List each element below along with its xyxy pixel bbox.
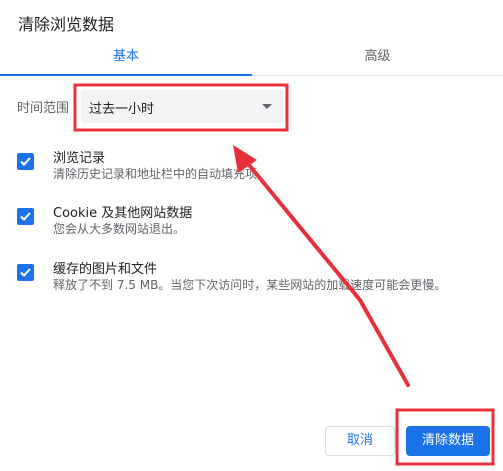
cached-files-checkbox[interactable] bbox=[17, 264, 34, 281]
browsing-history-checkbox[interactable] bbox=[17, 153, 34, 170]
time-range-label: 时间范围 bbox=[17, 101, 70, 116]
checkmark-icon bbox=[20, 212, 31, 221]
tab-basic[interactable]: 基本 bbox=[0, 44, 252, 75]
cookies-checkbox[interactable] bbox=[17, 208, 34, 225]
checkmark-icon bbox=[20, 268, 31, 277]
checkmark-icon bbox=[20, 157, 31, 166]
tab-advanced[interactable]: 高级 bbox=[252, 44, 503, 75]
tab-bar: 基本 高级 bbox=[0, 44, 503, 76]
dialog-title: 清除浏览数据 bbox=[18, 15, 115, 34]
option-cached-files: 缓存的图片和文件 释放了不到 7.5 MB。当您下次访问时，某些网站的加载速度可… bbox=[0, 256, 503, 304]
option-description: 清除历史记录和地址栏中的自动填充项。 bbox=[53, 167, 270, 181]
clear-data-button[interactable]: 清除数据 bbox=[406, 426, 490, 456]
option-browsing-history: 浏览记录 清除历史记录和地址栏中的自动填充项。 bbox=[0, 145, 503, 193]
option-title: Cookie 及其他网站数据 bbox=[53, 206, 193, 221]
chevron-down-icon bbox=[262, 104, 272, 109]
active-tab-indicator bbox=[0, 74, 252, 76]
time-range-select[interactable]: 过去一小时 bbox=[81, 90, 284, 123]
option-title: 缓存的图片和文件 bbox=[53, 262, 158, 277]
cancel-button[interactable]: 取消 bbox=[325, 426, 395, 456]
time-range-value: 过去一小时 bbox=[89, 102, 155, 117]
option-title: 浏览记录 bbox=[53, 151, 106, 166]
option-description: 释放了不到 7.5 MB。当您下次访问时，某些网站的加载速度可能会更慢。 bbox=[53, 278, 447, 292]
option-description: 您会从大多数网站退出。 bbox=[53, 222, 186, 236]
option-cookies: Cookie 及其他网站数据 您会从大多数网站退出。 bbox=[0, 200, 503, 248]
